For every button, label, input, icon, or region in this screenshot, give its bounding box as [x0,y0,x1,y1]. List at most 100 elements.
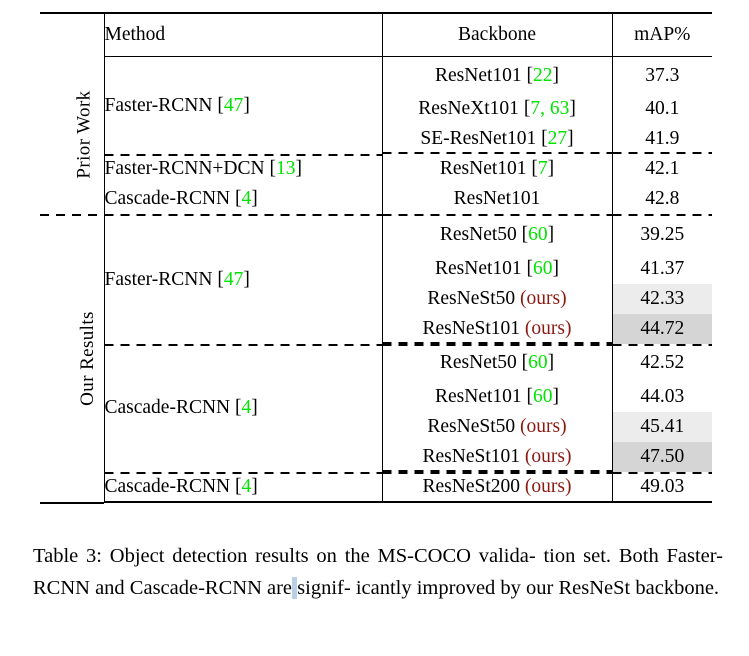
backbone-cell: ResNet50 [60] [381,344,612,382]
citation-bracket-open: [ [518,98,531,120]
citation-bracket-open: [ [521,258,534,280]
map-cell: 41.9 [611,124,712,154]
method-cell-faster-rcnn-dcn: Faster-RCNN+DCN [13] [103,154,382,184]
backbone-cell: ResNet101 [381,184,612,214]
backbone-cell: ResNeSt101 (ours) [381,442,612,472]
citation-bracket-open: [ [521,64,534,86]
method-name: Cascade-RCNN [104,397,231,419]
backbone-cell: ResNet50 [60] [381,216,612,254]
backbone-name: ResNeSt50 [427,288,516,310]
citation-number: 60 [533,258,553,280]
citation-number: 60 [528,224,548,246]
map-cell: 41.37 [611,254,712,284]
citation-number: 22 [533,64,553,86]
group-label-our-results: Our Results [40,216,104,502]
citation-bracket-open: [ [230,188,242,210]
method-name: Faster-RCNN [104,94,213,116]
spacer [382,502,612,503]
citation-number: 4 [241,397,252,419]
citation-bracket-close: ] [547,352,555,374]
citation-bracket-open: [ [212,269,224,291]
citation-number: 60 [533,386,553,408]
header-group-blank [40,12,104,56]
group-label-our-results-text: Our Results [76,311,98,407]
table-row: Prior Work Faster-RCNN [47] ResNet101 [2… [40,56,712,179]
citation-bracket-open: [ [264,158,276,180]
citation-bracket-open: [ [536,128,548,150]
citation-number: 7, 63 [530,98,570,120]
backbone-name: ResNet101 [434,386,522,408]
citation-bracket-close: ] [251,475,258,497]
caption-line-3: icantly improved by our ResNeSt backbone… [355,577,720,599]
citation-bracket-close: ] [569,98,576,120]
method-cell-faster-rcnn-ours: Faster-RCNN [47] [103,216,382,344]
citation-bracket-close: ] [243,94,250,116]
citation-bracket-open: [ [516,352,529,374]
backbone-name: ResNet50 [439,224,517,246]
citation-number: 4 [241,188,252,210]
backbone-name: SE-ResNet101 [420,128,537,150]
map-cell: 49.03 [611,472,712,503]
citation-number: 27 [547,128,568,150]
spacer [104,502,382,503]
table-caption: Table 3: Object detection results on the… [33,540,723,604]
method-name: Cascade-RCNN [104,188,231,210]
ours-tag: (ours) [524,475,572,497]
citation-bracket-close: ] [295,158,302,180]
map-cell: 42.33 [611,284,712,314]
citation-bracket-open: [ [521,386,534,408]
map-cell: 37.3 [611,56,712,94]
ours-tag: (ours) [520,288,567,310]
citation-bracket-close: ] [251,188,258,210]
citation-number: 47 [223,94,244,116]
citation-number: 60 [528,352,548,374]
citation-bracket-close: ] [552,386,560,408]
spacer [612,502,712,503]
backbone-cell: ResNeSt101 (ours) [381,314,612,344]
citation-bracket-open: [ [230,397,242,419]
backbone-cell: ResNet101 [60] [381,254,612,284]
citation-bracket-close: ] [552,64,560,86]
citation-number: 13 [275,158,296,180]
citation-number: 7 [537,158,548,180]
citation-bracket-open: [ [230,475,242,497]
table-3-container: Method Backbone mAP% Prior Work Faster-R… [40,12,712,504]
header-method: Method [103,12,382,57]
method-cell-cascade-rcnn-ours: Cascade-RCNN [4] [103,344,382,472]
caption-label: Table 3: [33,545,102,567]
citation-bracket-close: ] [547,158,555,180]
backbone-name: ResNeSt50 [427,416,516,438]
results-table: Method Backbone mAP% Prior Work Faster-R… [40,12,712,504]
table-bottom-rule-row [40,501,712,504]
backbone-name: ResNeSt200 [422,475,521,497]
map-cell: 44.72 [611,314,712,344]
header-map: mAP% [611,12,712,57]
backbone-name: ResNeXt101 [418,98,519,120]
map-cell: 45.41 [611,412,712,442]
backbone-cell: ResNeXt101 [7, 63] [381,94,612,124]
method-name: Cascade-RCNN [104,475,231,497]
backbone-name: ResNet101 [434,258,522,280]
citation-bracket-close: ] [251,397,258,419]
map-cell: 42.8 [611,184,712,214]
backbone-name: ResNeSt101 [422,446,521,468]
citation-bracket-close: ] [567,128,574,150]
group-label-prior-work: Prior Work [40,56,104,214]
backbone-name: ResNet101 [434,64,522,86]
ours-tag: (ours) [524,446,572,468]
citation-number: 4 [241,475,252,497]
group-label-prior-work-text: Prior Work [73,90,95,179]
map-cell: 44.03 [611,382,712,412]
backbone-cell: ResNet101 [60] [381,382,612,412]
citation-number: 47 [223,269,244,291]
backbone-cell: ResNet101 [7] [381,154,612,184]
header-backbone: Backbone [381,12,612,57]
ours-tag: (ours) [524,318,572,340]
caption-line-2b: signif- [297,577,351,599]
backbone-name: ResNet101 [439,158,527,180]
backbone-name: ResNeSt101 [422,318,521,340]
citation-bracket-close: ] [547,224,555,246]
table-header-row: Method Backbone mAP% [40,12,712,57]
table-row: Cascade-RCNN [4] ResNet101 42.8 [40,184,712,214]
citation-bracket-open: [ [526,158,538,180]
